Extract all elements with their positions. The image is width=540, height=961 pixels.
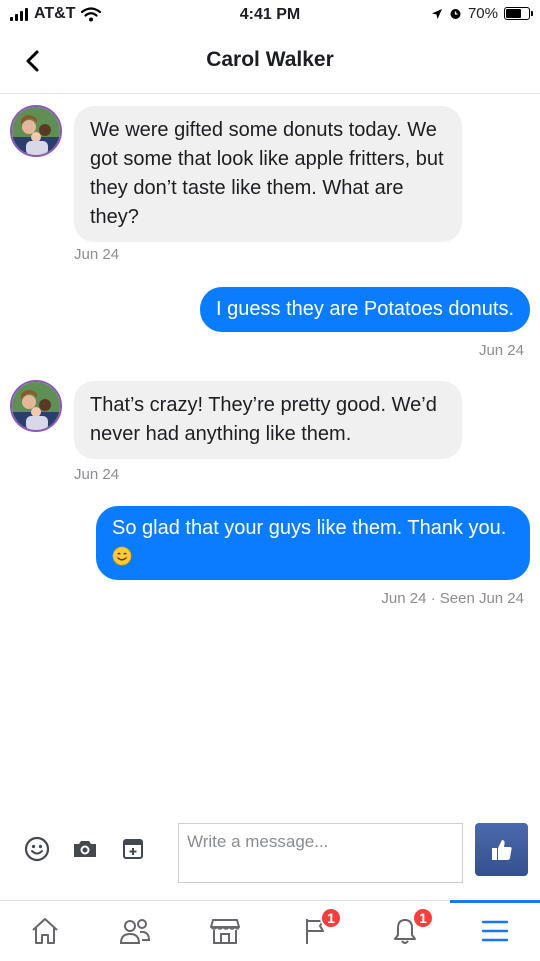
location-icon — [431, 8, 442, 19]
emoji-button[interactable] — [22, 834, 52, 864]
emoji-icon — [24, 836, 50, 862]
status-bar: AT&T 4:41 PM 70% — [0, 0, 540, 30]
smiling-face-emoji — [112, 546, 132, 566]
camera-icon — [74, 841, 96, 857]
sticker-button[interactable] — [118, 834, 148, 864]
contact-avatar[interactable] — [10, 105, 62, 157]
tab-menu[interactable] — [450, 900, 540, 961]
contact-avatar[interactable] — [10, 380, 62, 432]
incoming-message-bubble[interactable]: That’s crazy! They’re pretty good. We’d … — [74, 381, 462, 459]
tab-home[interactable] — [0, 901, 90, 961]
seen-timestamp: Jun 24 · Seen Jun 24 — [381, 590, 524, 607]
camera-button[interactable] — [70, 834, 100, 864]
tab-notifications[interactable]: 1 — [360, 901, 450, 961]
notification-badge: 1 — [412, 907, 434, 929]
friends-icon — [119, 919, 151, 944]
thumbs-up-icon — [491, 839, 512, 860]
outgoing-message-bubble[interactable]: I guess they are Potatoes donuts. — [200, 287, 530, 332]
message-timestamp: Jun 24 — [74, 246, 120, 263]
message-input[interactable] — [178, 823, 463, 883]
message-composer — [0, 820, 540, 890]
message-timestamp: Jun 24 — [74, 466, 120, 483]
battery-icon — [504, 7, 533, 20]
marketplace-icon — [210, 919, 240, 944]
message-text: So glad that your guys like them. Thank … — [112, 517, 507, 539]
contact-name[interactable]: Carol Walker — [0, 48, 540, 72]
alarm-icon — [450, 9, 461, 19]
tab-marketplace[interactable] — [180, 901, 270, 961]
battery-percent: 70% — [467, 5, 498, 22]
conversation-header: Carol Walker — [0, 30, 540, 94]
notification-badge: 1 — [320, 907, 342, 929]
message-timestamp: Jun 24 — [478, 342, 524, 359]
outgoing-message-bubble[interactable]: So glad that your guys like them. Thank … — [96, 506, 530, 580]
incoming-message-bubble[interactable]: We were gifted some donuts today. We got… — [74, 106, 462, 242]
tab-friends[interactable] — [90, 901, 180, 961]
tab-pages[interactable]: 1 — [270, 901, 360, 961]
bottom-tab-bar: 1 1 — [0, 900, 540, 960]
home-icon — [32, 918, 58, 944]
sticker-icon — [123, 839, 143, 859]
status-right: 70% — [431, 5, 533, 22]
menu-icon — [481, 920, 509, 942]
like-send-button[interactable] — [475, 823, 528, 876]
